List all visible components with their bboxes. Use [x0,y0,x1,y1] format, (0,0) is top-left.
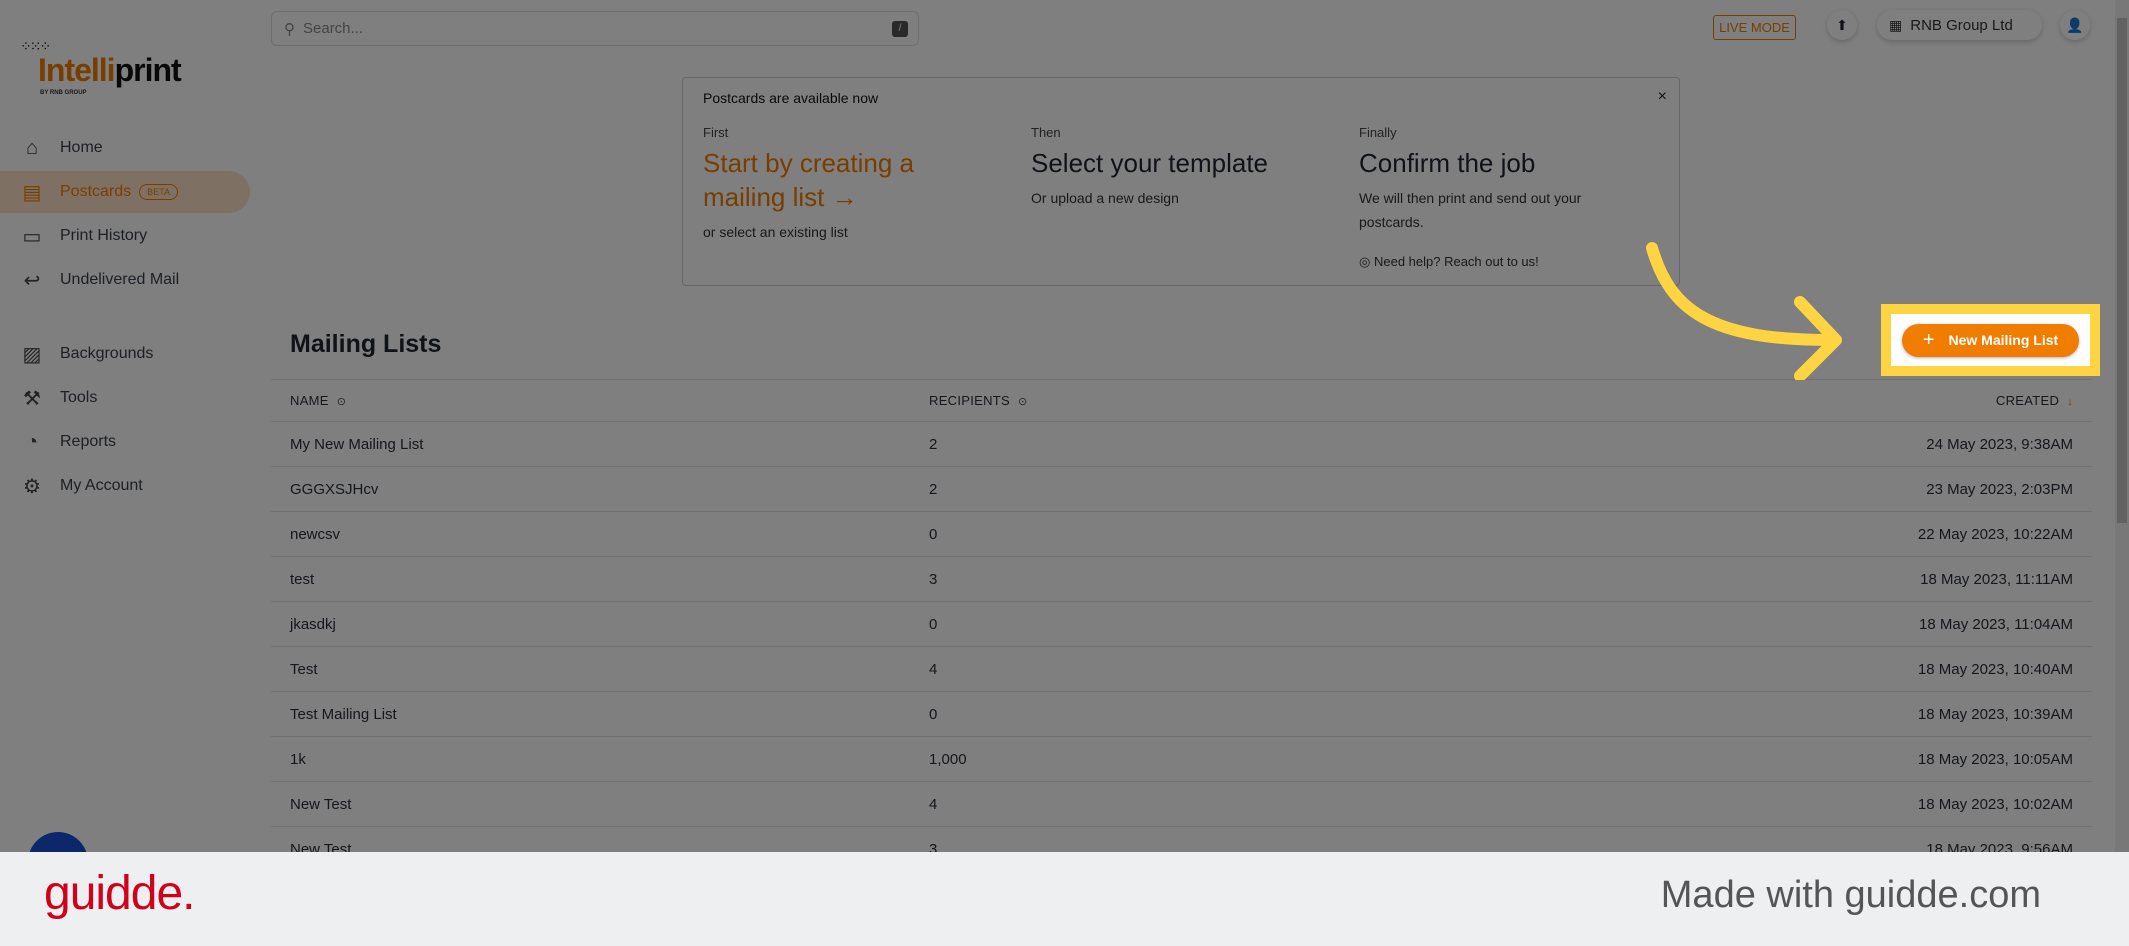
guidde-footer: guidde. Made with guidde.com [0,852,2129,946]
guidde-tagline: Made with guidde.com [1660,874,2041,916]
plus-icon: + [1922,328,1935,351]
guidde-logo: guidde. [44,867,195,920]
tutorial-arrow-icon [1646,242,1842,380]
dim-overlay [0,0,2129,852]
highlight-box: + New Mailing List [1881,304,2100,376]
button-label: New Mailing List [1948,332,2059,348]
new-mailing-list-button[interactable]: + New Mailing List [1902,323,2079,357]
